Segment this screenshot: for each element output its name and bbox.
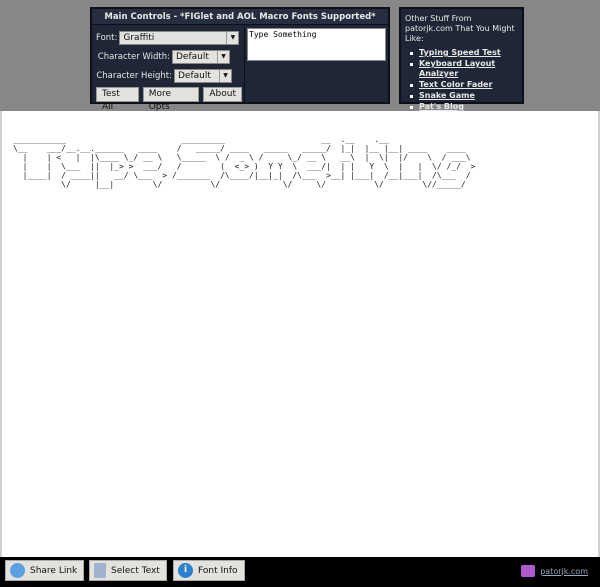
width-label: Character Width: xyxy=(97,52,170,62)
link-pats-blog[interactable]: Pat's Blog xyxy=(419,102,464,111)
main-controls-title: Main Controls - *FIGlet and AOL Macro Fo… xyxy=(92,9,388,25)
divider xyxy=(244,26,245,102)
link-keyboard-layout-analyzer[interactable]: Keyboard Layout Analzyer xyxy=(419,59,495,78)
other-heading: Other Stuff From patorjk.com That You Mi… xyxy=(405,14,515,43)
chevron-down-icon: ▼ xyxy=(219,70,231,82)
height-label: Character Height: xyxy=(96,71,172,81)
font-label: Font: xyxy=(96,33,118,43)
link-text-color-fader[interactable]: Text Color Fader xyxy=(419,80,492,89)
document-icon xyxy=(94,563,106,578)
font-info-button[interactable]: i Font Info xyxy=(173,560,245,581)
info-icon: i xyxy=(178,563,193,578)
link-snake-game[interactable]: Snake Game xyxy=(419,91,475,100)
patorjk-logo-icon xyxy=(521,565,536,577)
ascii-art-output: ___________ _________ __ .__ .__ \__ ___… xyxy=(13,135,476,189)
height-select[interactable]: Default ▼ xyxy=(174,69,232,83)
other-stuff-panel: Other Stuff From patorjk.com That You Mi… xyxy=(399,7,524,111)
about-button[interactable]: About xyxy=(203,87,242,102)
font-select[interactable]: Graffiti ▼ xyxy=(119,31,240,45)
link-typing-speed-test[interactable]: Typing Speed Test xyxy=(419,48,501,57)
select-text-button[interactable]: Select Text xyxy=(89,560,167,581)
more-opts-button[interactable]: More Opts xyxy=(142,87,200,112)
patorjk-link[interactable]: patorjk.com xyxy=(540,567,588,576)
main-controls-panel: Main Controls - *FIGlet and AOL Macro Fo… xyxy=(90,7,390,112)
test-all-button[interactable]: Test All xyxy=(96,87,139,112)
output-area: ___________ _________ __ .__ .__ \__ ___… xyxy=(0,111,600,557)
bottom-bar: Share Link Select Text i Font Info pator… xyxy=(0,557,600,587)
width-select[interactable]: Default ▼ xyxy=(172,50,230,64)
font-value: Graffiti xyxy=(123,33,155,43)
width-value: Default xyxy=(176,52,209,62)
select-text-label: Select Text xyxy=(111,565,160,576)
share-link-label: Share Link xyxy=(30,565,78,576)
font-info-label: Font Info xyxy=(198,565,238,576)
speech-bubble-icon xyxy=(10,563,25,578)
share-link-button[interactable]: Share Link xyxy=(5,560,85,581)
chevron-down-icon: ▼ xyxy=(217,51,229,63)
chevron-down-icon: ▼ xyxy=(226,32,238,44)
text-input[interactable] xyxy=(247,28,386,61)
height-value: Default xyxy=(178,71,211,81)
